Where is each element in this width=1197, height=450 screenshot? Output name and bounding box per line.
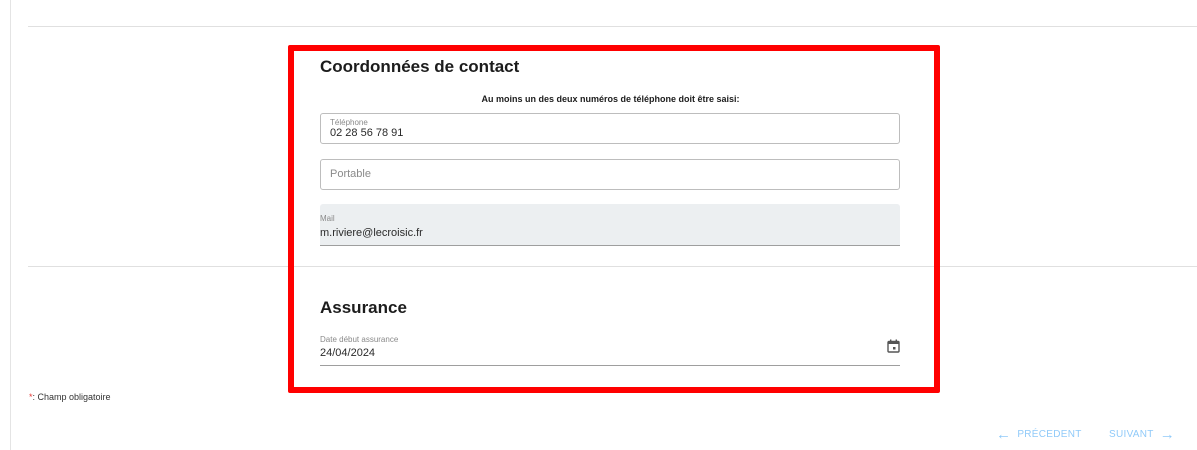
telephone-label: Téléphone [330,118,368,127]
section-divider [28,266,1197,267]
mail-label: Mail [320,214,335,223]
portable-field[interactable]: Portable [320,159,900,190]
contact-section-title: Coordonnées de contact [320,57,520,76]
mail-value: m.riviere@lecroisic.fr [320,227,423,239]
calendar-icon[interactable] [887,339,900,353]
date-debut-label: Date début assurance [320,335,399,344]
required-field-note: *: Champ obligatoire [29,392,111,402]
arrow-left-icon: ← [996,425,1012,443]
next-label: SUIVANT [1109,429,1154,440]
portable-placeholder: Portable [330,168,371,180]
left-border [10,0,11,450]
telephone-field[interactable]: Téléphone 02 28 56 78 91 [320,113,900,144]
date-debut-assurance-field[interactable]: Date début assurance 24/04/2024 [320,331,900,366]
assurance-section-title: Assurance [320,298,407,317]
required-text: : Champ obligatoire [32,392,111,402]
telephone-value: 02 28 56 78 91 [330,127,404,139]
next-button[interactable]: SUIVANT → [1109,425,1176,443]
mail-field: Mail m.riviere@lecroisic.fr [320,204,900,246]
phone-required-notice: Au moins un des deux numéros de téléphon… [481,94,740,104]
previous-label: PRÉCEDENT [1017,429,1082,440]
top-divider [28,26,1197,27]
previous-button[interactable]: ← PRÉCEDENT [996,425,1082,443]
arrow-right-icon: → [1159,425,1176,443]
date-debut-value: 24/04/2024 [320,347,376,359]
